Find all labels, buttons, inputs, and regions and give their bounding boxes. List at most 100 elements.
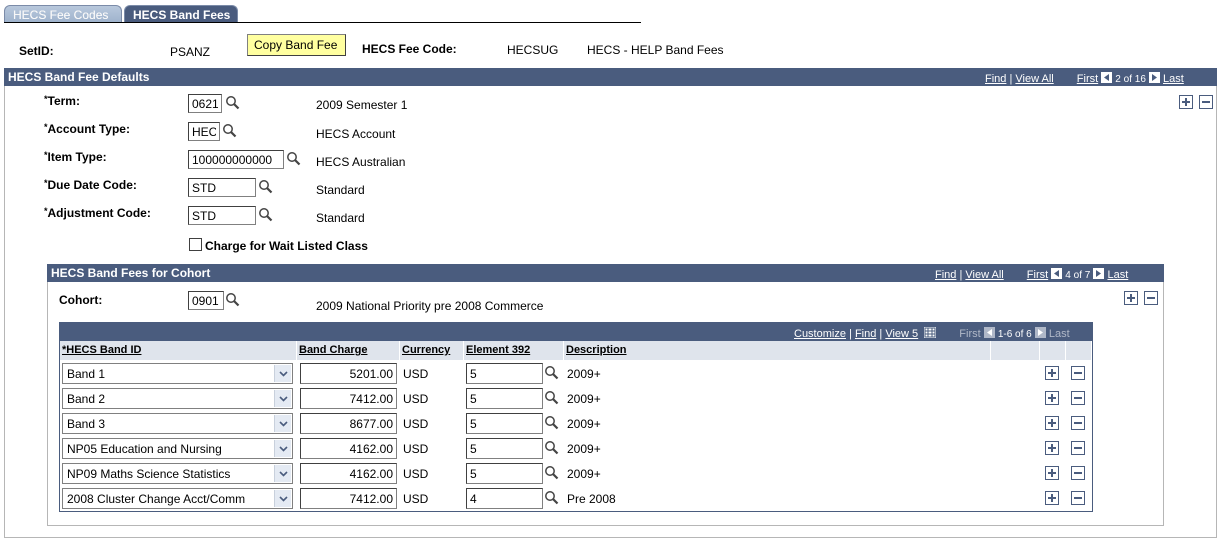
delete-row-button[interactable]: [1071, 441, 1085, 455]
minus-icon: [1074, 372, 1082, 374]
search-icon[interactable]: [544, 490, 560, 506]
view-all-link[interactable]: View All: [1015, 73, 1053, 85]
band-id-value: Band 1: [67, 367, 106, 381]
band-charge-input[interactable]: [300, 488, 397, 509]
search-icon[interactable]: [544, 415, 560, 431]
band-charge-input[interactable]: [300, 413, 397, 434]
adjustment-code-description: Standard: [316, 211, 365, 225]
add-row-button[interactable]: [1179, 95, 1193, 109]
delete-row-button[interactable]: [1071, 491, 1085, 505]
band-id-select[interactable]: NP05 Education and Nursing: [62, 438, 293, 459]
cohort-position: 4 of 7: [1065, 270, 1091, 281]
prev-icon[interactable]: [1101, 72, 1113, 83]
search-icon[interactable]: [544, 390, 560, 406]
adjustment-code-input[interactable]: [188, 206, 256, 225]
next-icon[interactable]: [1093, 268, 1105, 279]
minus-icon: [1074, 447, 1082, 449]
view-link[interactable]: View 5: [885, 328, 918, 340]
find-link[interactable]: Find: [935, 269, 956, 281]
band-id-select[interactable]: Band 1: [62, 363, 293, 384]
col-element-392[interactable]: Element 392: [464, 341, 564, 360]
chevron-down-icon[interactable]: [274, 465, 291, 482]
element-392-input[interactable]: [466, 413, 543, 434]
delete-row-button[interactable]: [1199, 95, 1213, 109]
next-icon[interactable]: [1148, 72, 1160, 83]
element-392-input[interactable]: [466, 488, 543, 509]
col-currency[interactable]: Currency: [400, 341, 464, 360]
tab-hecs-band-fees[interactable]: HECS Band Fees: [124, 5, 238, 23]
item-type-label: *Item Type:: [44, 150, 107, 164]
delete-cohort-button[interactable]: [1144, 291, 1158, 305]
add-cohort-button[interactable]: [1124, 291, 1138, 305]
add-row-button[interactable]: [1045, 416, 1059, 430]
minus-icon: [1074, 397, 1082, 399]
search-icon[interactable]: [544, 440, 560, 456]
search-icon[interactable]: [222, 123, 238, 139]
first-label: First: [959, 328, 981, 340]
last-link[interactable]: Last: [1107, 269, 1128, 281]
add-row-button[interactable]: [1045, 391, 1059, 405]
search-icon[interactable]: [225, 292, 241, 308]
delete-row-button[interactable]: [1071, 466, 1085, 480]
first-link[interactable]: First: [1027, 269, 1048, 281]
description-value: 2009+: [567, 442, 601, 456]
due-date-code-input[interactable]: [188, 178, 256, 197]
search-icon[interactable]: [258, 179, 274, 195]
col-blank: [991, 341, 1040, 360]
plus-icon: [1048, 469, 1056, 477]
tab-hecs-fee-codes[interactable]: HECS Fee Codes: [4, 5, 122, 23]
download-icon[interactable]: [924, 327, 937, 338]
search-icon[interactable]: [544, 465, 560, 481]
find-link[interactable]: Find: [855, 328, 876, 340]
band-charge-input[interactable]: [300, 363, 397, 384]
col-add: [1040, 341, 1066, 360]
delete-row-button[interactable]: [1071, 416, 1085, 430]
copy-band-fee-button[interactable]: Copy Band Fee: [247, 34, 346, 56]
add-row-button[interactable]: [1045, 466, 1059, 480]
chevron-down-icon[interactable]: [274, 490, 291, 507]
add-row-button[interactable]: [1045, 491, 1059, 505]
fee-code-description: HECS - HELP Band Fees: [587, 43, 724, 57]
customize-link[interactable]: Customize: [794, 328, 846, 340]
band-id-select[interactable]: Band 2: [62, 388, 293, 409]
band-id-select[interactable]: Band 3: [62, 413, 293, 434]
col-band-id[interactable]: *HECS Band ID: [60, 341, 297, 360]
col-band-charge[interactable]: Band Charge: [297, 341, 400, 360]
delete-row-button[interactable]: [1071, 391, 1085, 405]
element-392-input[interactable]: [466, 363, 543, 384]
chevron-down-icon[interactable]: [274, 440, 291, 457]
term-input[interactable]: [188, 94, 222, 113]
add-row-button[interactable]: [1045, 366, 1059, 380]
search-icon[interactable]: [544, 365, 560, 381]
band-charge-input[interactable]: [300, 463, 397, 484]
plus-icon: [1048, 369, 1056, 377]
chevron-down-icon[interactable]: [274, 390, 291, 407]
wait-listed-checkbox[interactable]: [189, 238, 202, 251]
element-392-input[interactable]: [466, 438, 543, 459]
view-all-link[interactable]: View All: [965, 269, 1003, 281]
prev-icon[interactable]: [1051, 268, 1063, 279]
band-id-value: Band 2: [67, 392, 106, 406]
band-charge-input[interactable]: [300, 438, 397, 459]
account-type-input[interactable]: [188, 122, 220, 141]
chevron-down-icon[interactable]: [274, 365, 291, 382]
band-id-select[interactable]: NP09 Maths Science Statistics: [62, 463, 293, 484]
search-icon[interactable]: [286, 151, 302, 167]
band-charge-input[interactable]: [300, 388, 397, 409]
description-value: 2009+: [567, 392, 601, 406]
delete-row-button[interactable]: [1071, 366, 1085, 380]
find-link[interactable]: Find: [985, 73, 1006, 85]
col-description[interactable]: Description: [564, 341, 991, 360]
cohort-input[interactable]: [188, 291, 224, 310]
last-link[interactable]: Last: [1163, 73, 1184, 85]
element-392-input[interactable]: [466, 463, 543, 484]
band-id-select[interactable]: 2008 Cluster Change Acct/Comm: [62, 488, 293, 509]
element-392-input[interactable]: [466, 388, 543, 409]
search-icon[interactable]: [258, 207, 274, 223]
first-link[interactable]: First: [1077, 73, 1098, 85]
item-type-input[interactable]: [188, 150, 284, 169]
search-icon[interactable]: [225, 95, 241, 111]
chevron-down-icon[interactable]: [274, 415, 291, 432]
add-row-button[interactable]: [1045, 441, 1059, 455]
term-label: *Term:: [44, 94, 80, 108]
